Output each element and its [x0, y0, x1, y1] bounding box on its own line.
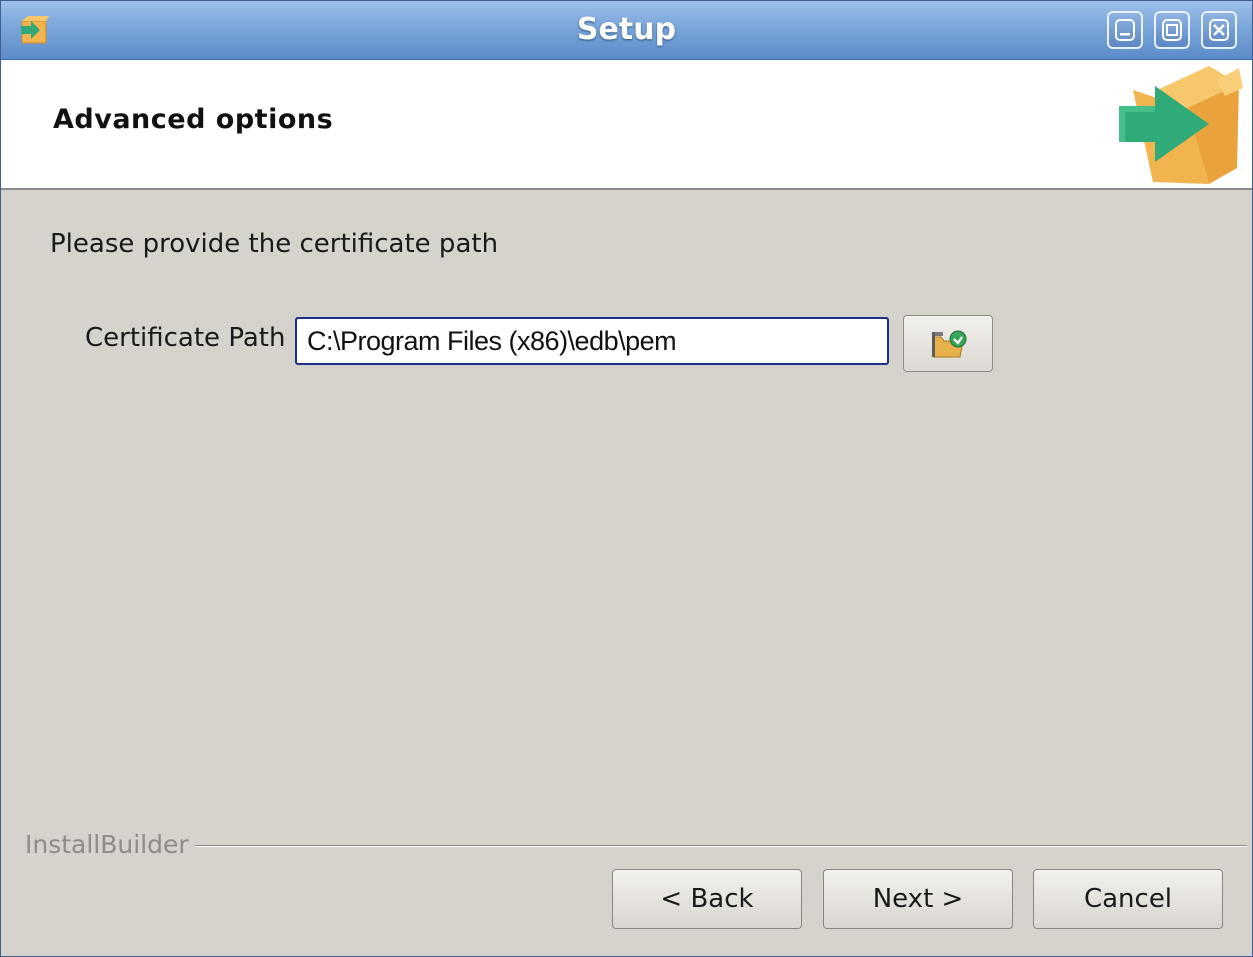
footer-divider: [25, 845, 1247, 847]
minimize-button[interactable]: [1107, 11, 1143, 49]
title-bar[interactable]: Setup: [1, 1, 1252, 60]
instruction-text: Please provide the certificate path: [50, 229, 499, 259]
certificate-path-label: Certificate Path: [85, 323, 286, 353]
minimize-icon: [1115, 19, 1135, 41]
page-heading: Advanced options: [53, 104, 334, 135]
setup-window: Setup Advanced options Please provide th…: [0, 0, 1253, 957]
next-button[interactable]: Next >: [823, 869, 1013, 929]
page-header: Advanced options: [1, 60, 1252, 190]
cancel-button[interactable]: Cancel: [1033, 869, 1223, 929]
back-button[interactable]: < Back: [612, 869, 802, 929]
installer-box-arrow-icon: [1119, 66, 1243, 184]
window-title: Setup: [576, 12, 677, 47]
maximize-button[interactable]: [1154, 11, 1190, 49]
folder-browse-icon: [932, 330, 967, 358]
browse-button[interactable]: [903, 315, 993, 372]
close-icon: [1209, 19, 1229, 41]
installbuilder-brand: InstallBuilder: [25, 830, 195, 859]
maximize-icon: [1162, 19, 1182, 41]
certificate-path-input[interactable]: [295, 317, 889, 365]
close-button[interactable]: [1201, 11, 1237, 49]
